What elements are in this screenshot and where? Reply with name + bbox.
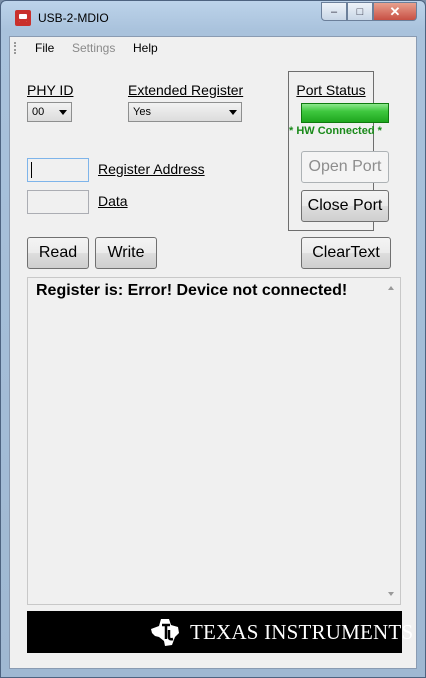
port-status-title: Port Status xyxy=(296,82,366,98)
scroll-up-icon[interactable] xyxy=(388,286,394,290)
output-textbox[interactable]: Register is: Error! Device not connected… xyxy=(27,277,401,605)
chevron-down-icon xyxy=(59,110,67,115)
menu-settings[interactable]: Settings xyxy=(72,41,115,55)
hw-status-text: * HW Connected * xyxy=(289,125,382,137)
scroll-down-icon[interactable] xyxy=(388,592,394,596)
texas-instruments-logo-icon xyxy=(151,619,179,646)
ti-logo-banner: TEXAS INSTRUMENTS xyxy=(27,611,413,653)
extended-register-select[interactable]: Yes xyxy=(128,102,242,122)
output-text: Register is: Error! Device not connected… xyxy=(36,282,348,299)
close-button[interactable]: ✕ xyxy=(373,2,417,21)
register-address-label: Register Address xyxy=(98,161,205,177)
minimize-button[interactable]: – xyxy=(321,2,347,21)
phy-id-label: PHY ID xyxy=(27,82,74,98)
menu-help[interactable]: Help xyxy=(133,41,158,55)
menu-file[interactable]: File xyxy=(35,41,54,55)
menu-bar: File Settings Help xyxy=(10,37,416,59)
close-port-button[interactable]: Close Port xyxy=(301,190,389,222)
maximize-button[interactable]: □ xyxy=(347,2,373,21)
title-bar[interactable]: USB-2-MDIO – □ ✕ xyxy=(1,1,425,36)
connection-indicator xyxy=(301,103,389,123)
extended-register-label: Extended Register xyxy=(128,82,244,98)
phy-id-select[interactable]: 00 xyxy=(27,102,72,122)
data-input[interactable] xyxy=(27,190,89,214)
window-title: USB-2-MDIO xyxy=(38,11,109,25)
clear-text-button[interactable]: ClearText xyxy=(301,237,391,269)
write-button[interactable]: Write xyxy=(95,237,157,269)
open-port-button[interactable]: Open Port xyxy=(301,151,389,183)
chevron-down-icon xyxy=(229,110,237,115)
app-icon[interactable] xyxy=(15,10,31,26)
register-address-input[interactable] xyxy=(27,158,89,182)
phy-id-value: 00 xyxy=(32,106,45,118)
client-area: File Settings Help PHY ID 00 Extended Re… xyxy=(9,36,417,669)
data-label: Data xyxy=(98,193,128,209)
text-caret xyxy=(31,162,32,178)
app-window: USB-2-MDIO – □ ✕ File Settings Help PHY … xyxy=(0,0,426,678)
menu-grip-icon xyxy=(14,42,18,54)
extended-register-value: Yes xyxy=(133,106,151,118)
read-button[interactable]: Read xyxy=(27,237,89,269)
vertical-scrollbar[interactable] xyxy=(383,278,400,604)
caption-buttons: – □ ✕ xyxy=(321,2,417,21)
texas-instruments-logo-text: TEXAS INSTRUMENTS xyxy=(190,620,414,644)
